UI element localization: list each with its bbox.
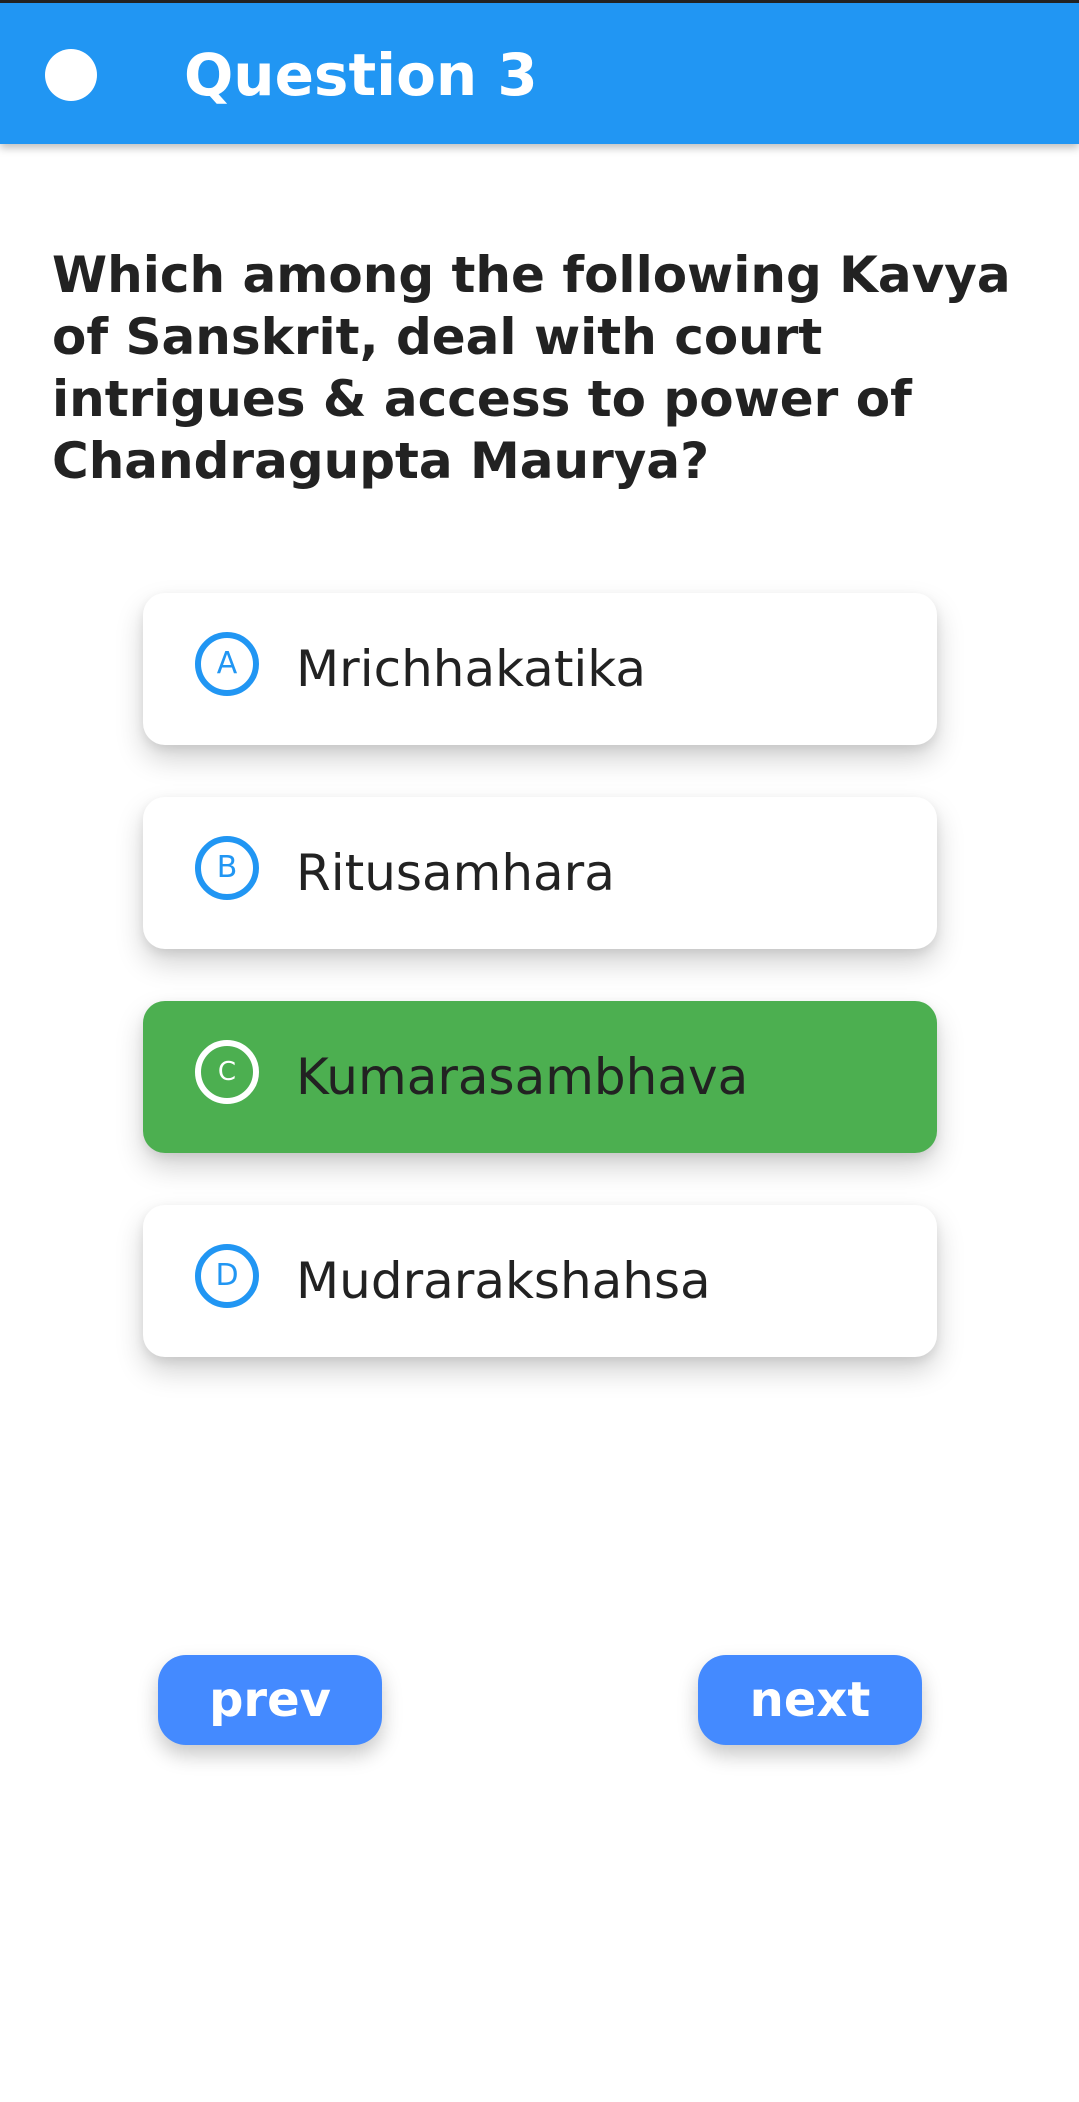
- option-b[interactable]: B Ritusamhara: [143, 797, 937, 949]
- status-dot-icon: [45, 49, 97, 101]
- option-d-label: Mudrarakshahsa: [296, 1252, 711, 1310]
- option-c[interactable]: C Kumarasambhava: [143, 1001, 937, 1153]
- prev-button[interactable]: prev: [158, 1655, 382, 1745]
- next-button[interactable]: next: [698, 1655, 922, 1745]
- option-d-letter-badge: D: [195, 1244, 259, 1308]
- answer-options: A Mrichhakatika B Ritusamhara C Kumarasa…: [143, 593, 937, 1409]
- option-b-label: Ritusamhara: [296, 844, 615, 902]
- option-c-letter-badge: C: [195, 1040, 259, 1104]
- question-text: Which among the following Kavya of Sansk…: [52, 246, 1011, 490]
- option-a-letter-badge: A: [195, 632, 259, 696]
- option-b-letter-badge: B: [195, 836, 259, 900]
- option-a-label: Mrichhakatika: [296, 640, 647, 698]
- option-a[interactable]: A Mrichhakatika: [143, 593, 937, 745]
- app-bar: Question 3: [0, 0, 1079, 144]
- page-title: Question 3: [184, 41, 538, 109]
- option-c-label: Kumarasambhava: [296, 1048, 749, 1106]
- option-d[interactable]: D Mudrarakshahsa: [143, 1205, 937, 1357]
